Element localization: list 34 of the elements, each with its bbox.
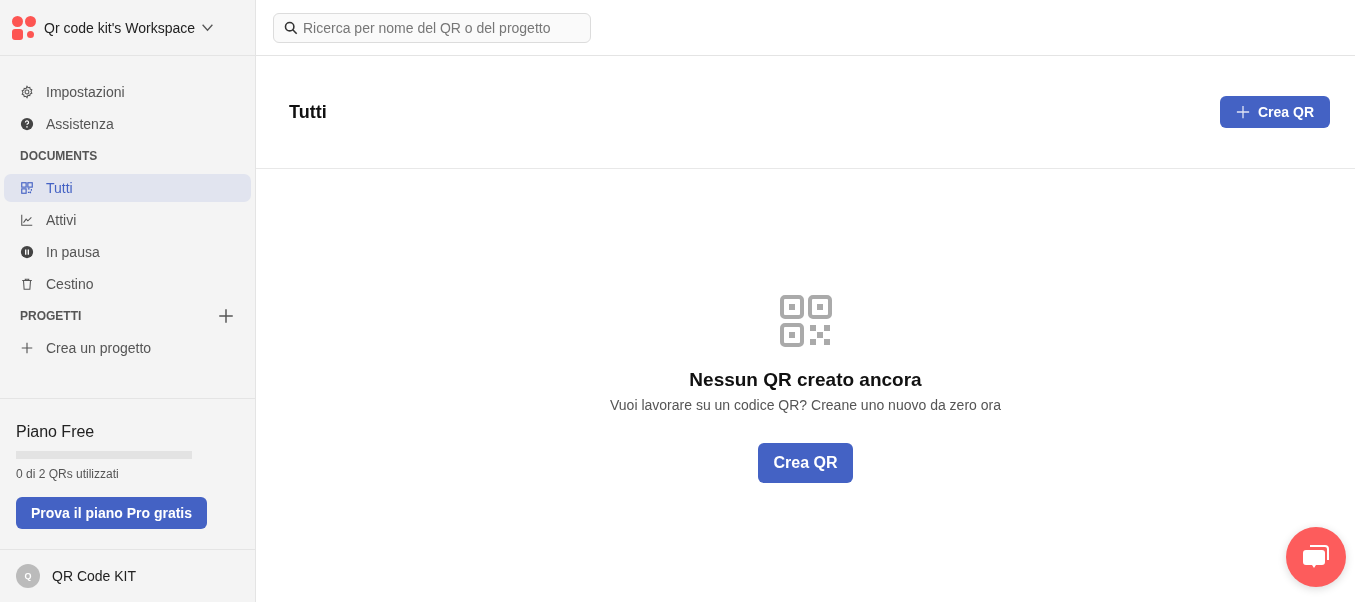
help-icon bbox=[20, 117, 34, 131]
plan-title: Piano Free bbox=[16, 423, 96, 441]
nav-item[interactable]: Cestino bbox=[4, 270, 251, 298]
nav-item[interactable]: Impostazioni bbox=[4, 78, 251, 106]
add-icon[interactable] bbox=[217, 307, 235, 325]
trash-icon bbox=[20, 277, 34, 291]
create-project-link[interactable]: Crea un progetto bbox=[4, 334, 251, 362]
chat-button[interactable] bbox=[1286, 527, 1346, 587]
qr-code-icon bbox=[779, 295, 832, 347]
workspace-switcher[interactable]: Qr code kit's Workspace bbox=[44, 19, 215, 36]
search-icon bbox=[284, 20, 298, 35]
create-qr-button[interactable]: Crea QR bbox=[1220, 96, 1330, 128]
empty-state-text: Vuoi lavorare su un codice QR? Creane uno nuovo da zero ora bbox=[610, 397, 1001, 413]
try-pro-button[interactable]: Prova il piano Pro gratis bbox=[16, 497, 207, 529]
empty-state-title: Nessun QR creato ancora bbox=[689, 369, 922, 391]
qr-code-icon bbox=[20, 181, 34, 195]
usage-text: 0 di 2 QRs utilizzati bbox=[16, 467, 120, 481]
pause-icon bbox=[20, 245, 34, 259]
create-qr-button[interactable]: Crea QR bbox=[758, 443, 853, 483]
nav-item[interactable]: Attivi bbox=[4, 206, 251, 234]
user-name: QR Code KIT bbox=[52, 568, 137, 584]
plus-icon bbox=[20, 341, 34, 355]
page-title: Tutti bbox=[289, 101, 327, 123]
line-chart-icon bbox=[20, 213, 34, 227]
settings-icon bbox=[20, 85, 34, 99]
search-field[interactable]: Ricerca per nome del QR o del progetto bbox=[273, 12, 591, 43]
user-avatar: Q bbox=[16, 564, 40, 588]
nav-item[interactable]: Assistenza bbox=[4, 110, 251, 138]
nav-item[interactable]: In pausa bbox=[4, 238, 251, 266]
section-heading: DOCUMENTS bbox=[20, 149, 98, 163]
plus-icon bbox=[1236, 105, 1250, 119]
nav-item[interactable]: Tutti bbox=[4, 174, 251, 202]
logo-icon bbox=[12, 15, 36, 40]
section-heading: PROGETTI bbox=[20, 309, 82, 323]
